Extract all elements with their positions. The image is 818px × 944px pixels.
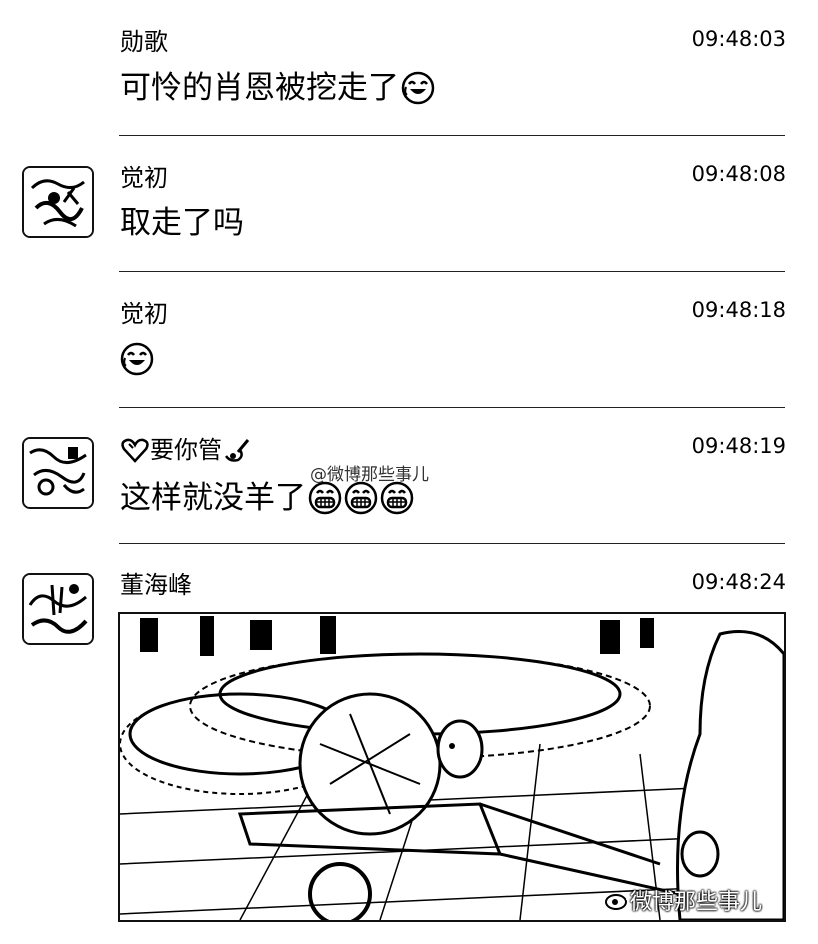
sender-name[interactable]: 董海峰 xyxy=(120,570,192,600)
sender-name[interactable]: 觉初 xyxy=(120,163,168,193)
message-time: 09:48:18 xyxy=(691,298,786,322)
laugh-cry-emoji-icon xyxy=(120,342,154,376)
message-divider xyxy=(119,271,785,272)
sender-name[interactable]: 勋歌 xyxy=(120,27,168,57)
avatar[interactable] xyxy=(22,573,94,645)
avatar[interactable] xyxy=(22,437,94,509)
watermark-photo-text: 微博那些事儿 xyxy=(629,890,762,915)
message-divider xyxy=(119,135,785,136)
message-time: 09:48:24 xyxy=(691,570,786,594)
message-time: 09:48:03 xyxy=(691,27,786,51)
watermark-photo: 微博那些事儿 xyxy=(604,884,762,916)
weibo-logo-icon xyxy=(604,892,629,910)
message-time: 09:48:19 xyxy=(691,434,786,458)
avatar-image-icon xyxy=(24,575,92,643)
avatar-image-icon xyxy=(24,439,92,507)
sender-name-row[interactable]: 要你管 xyxy=(120,435,252,465)
message-text-row: 可怜的肖恩被挖走了 xyxy=(120,68,435,108)
message-text-row: 取走了吗 xyxy=(120,203,244,243)
message-photo[interactable]: 微博那些事儿 xyxy=(118,612,786,922)
grin-emoji-icon xyxy=(380,481,414,515)
laugh-cry-emoji-icon xyxy=(401,71,435,105)
avatar[interactable] xyxy=(22,166,94,238)
grin-emoji-icon xyxy=(308,481,342,515)
message-text: 这样就没羊了 xyxy=(120,480,306,516)
sender-name[interactable]: 觉初 xyxy=(120,299,168,329)
message-divider xyxy=(119,543,785,544)
message-text-row xyxy=(120,342,154,376)
heart-icon xyxy=(121,438,149,463)
paint-brush-icon xyxy=(224,439,250,462)
sender-name: 要你管 xyxy=(150,436,222,464)
photo-image-icon xyxy=(120,614,784,920)
message-divider xyxy=(119,407,785,408)
message-time: 09:48:08 xyxy=(691,162,786,186)
grin-emoji-icon xyxy=(344,481,378,515)
message-text: 取走了吗 xyxy=(120,205,244,241)
avatar-image-icon xyxy=(24,168,92,236)
watermark-inline: @微博那些事儿 xyxy=(310,465,429,485)
message-text: 可怜的肖恩被挖走了 xyxy=(120,70,399,106)
